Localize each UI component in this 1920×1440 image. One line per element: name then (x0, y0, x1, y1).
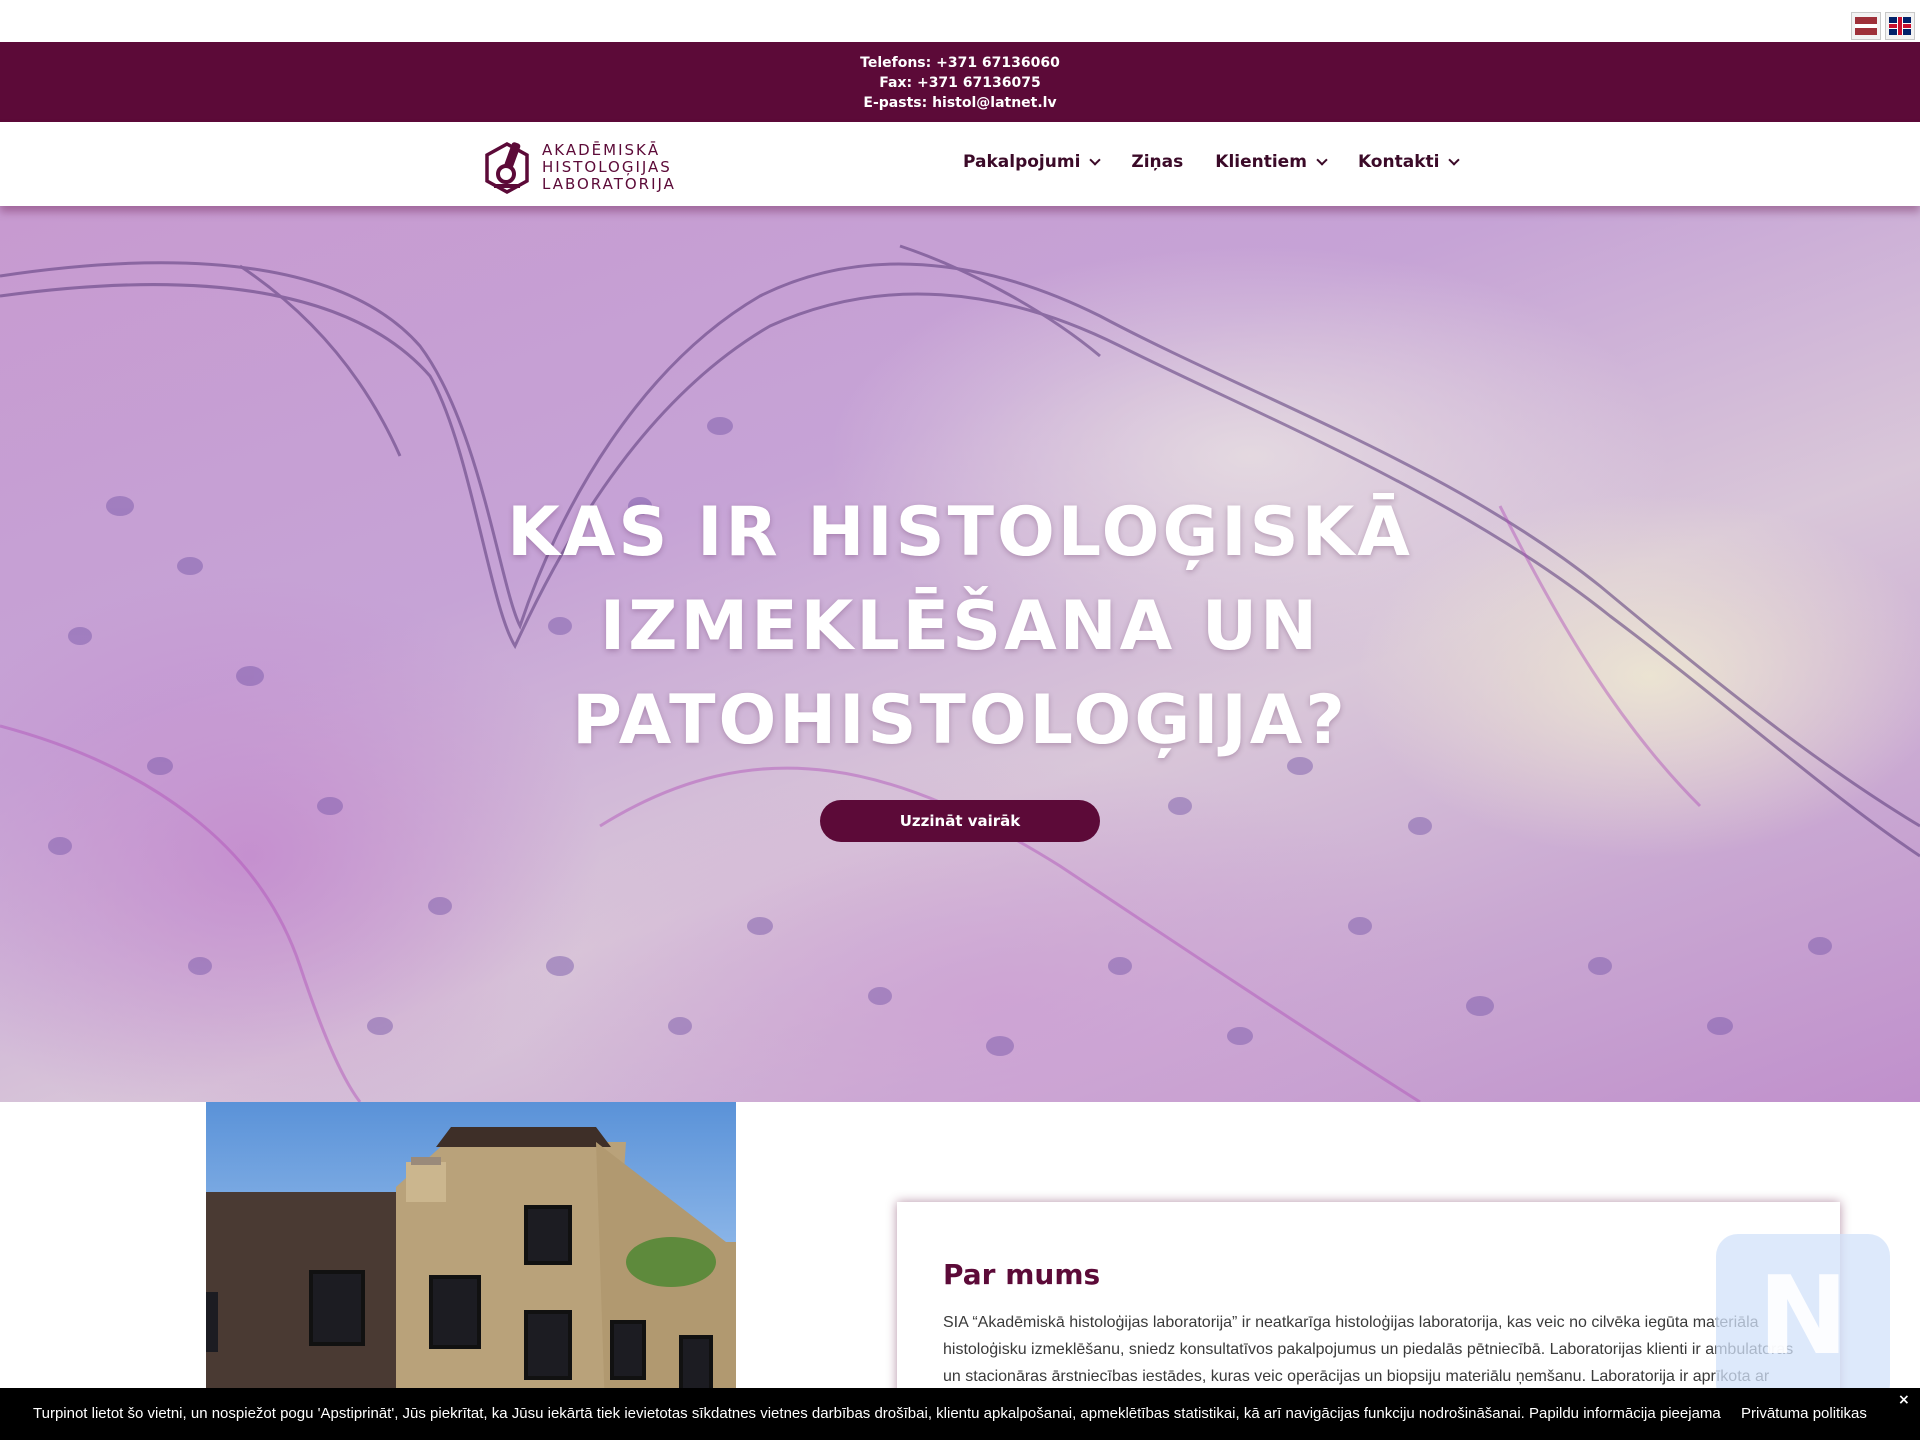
nav-item-pakalpojumi[interactable]: Pakalpojumi (963, 152, 1102, 172)
nav-item-label: Klientiem (1215, 152, 1307, 172)
cookie-text: Turpinot lietot šo vietni, un nospiežot … (33, 1405, 1721, 1422)
language-bar (0, 0, 1920, 42)
n-logo-icon: N (1758, 1254, 1849, 1379)
about-text: SIA “Akadēmiskā histoloģijas laboratorij… (943, 1314, 1794, 1385)
contact-bar: Telefons: +371 67136060 Fax: +371 671360… (0, 42, 1920, 122)
nav-item-kontakti[interactable]: Kontakti (1357, 152, 1461, 172)
logo-line-1: AKADĒMISKĀ (542, 141, 661, 159)
nav-item-klientiem[interactable]: Klientiem (1215, 152, 1328, 172)
site-header: AKADĒMISKĀ HISTOLOĢIJAS LABORATORIJA Pak… (0, 122, 1920, 206)
nav-item-label: Ziņas (1131, 152, 1184, 172)
nav-item-label: Pakalpojumi (963, 152, 1081, 172)
site-logo[interactable]: AKADĒMISKĀ HISTOLOĢIJAS LABORATORIJA (482, 140, 682, 196)
nav-item-label: Kontakti (1357, 152, 1440, 172)
logo-text: AKADĒMISKĀ HISTOLOĢIJAS LABORATORIJA (542, 142, 676, 193)
learn-more-button[interactable]: Uzzināt vairāk (820, 800, 1100, 842)
close-icon[interactable]: × (1898, 1392, 1910, 1408)
main-nav: Pakalpojumi Ziņas Klientiem Kontakti (963, 152, 1490, 172)
hero-title: KAS IR HISTOLOĢISKĀ IZMEKLĒŠANA UN PATOH… (460, 486, 1460, 768)
contact-email[interactable]: E-pasts: histol@latnet.lv (0, 93, 1920, 113)
hero-title-line-3: PATOHISTOLOĢIJA? (572, 681, 1348, 760)
chevron-down-icon (1316, 153, 1328, 166)
microscope-hexagon-icon (485, 142, 529, 194)
hero-title-line-1: KAS IR HISTOLOĢISKĀ (507, 493, 1413, 572)
hero-title-line-2: IZMEKLĒŠANA UN (599, 587, 1321, 666)
floating-n-badge[interactable]: N (1716, 1234, 1890, 1406)
hero-section: KAS IR HISTOLOĢISKĀ IZMEKLĒŠANA UN PATOH… (0, 206, 1920, 1102)
logo-line-3: LABORATORIJA (542, 175, 676, 193)
chevron-down-icon (1089, 153, 1102, 166)
chevron-down-icon (1448, 153, 1461, 166)
about-title: Par mums (943, 1258, 1101, 1291)
logo-line-2: HISTOLOĢIJAS (542, 158, 672, 176)
privacy-policy-link[interactable]: Privātuma politikas (1741, 1405, 1867, 1422)
latvia-flag-icon[interactable] (1851, 12, 1881, 40)
nav-item-zinas[interactable]: Ziņas (1131, 152, 1183, 172)
uk-flag-icon[interactable] (1885, 12, 1915, 40)
cookie-consent-bar: Turpinot lietot šo vietni, un nospiežot … (0, 1388, 1920, 1440)
contact-phone: Telefons: +371 67136060 (860, 55, 1060, 71)
contact-fax: Fax: +371 67136075 (879, 75, 1041, 91)
